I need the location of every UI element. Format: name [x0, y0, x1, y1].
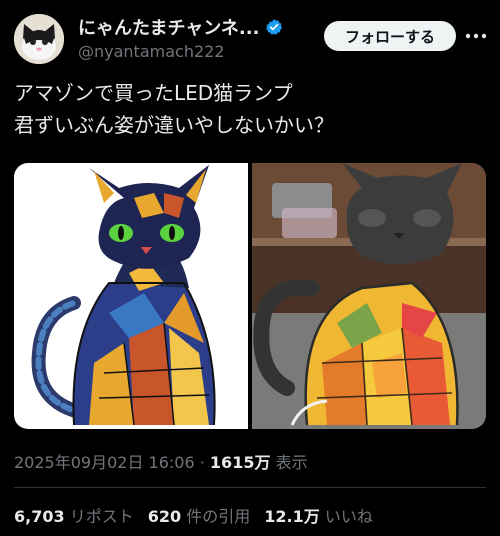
quotes-count: 620 [147, 507, 182, 526]
likes-stat[interactable]: 12.1万 いいね [264, 503, 373, 527]
post-timestamp[interactable]: 2025年09月02日 16:06 [14, 453, 195, 472]
author-name-row: にゃんたまチャンネ... [78, 14, 283, 40]
post-text-line: 君ずいぶん姿が違いやしないかい？ [14, 113, 334, 137]
meta-separator: · [199, 453, 205, 472]
follow-button[interactable]: フォローする [324, 21, 456, 51]
media-image-led-cat-lamp[interactable] [252, 163, 486, 429]
divider [14, 487, 486, 488]
likes-count: 12.1万 [264, 507, 320, 526]
post-header: にゃんたまチャンネ... @nyantamach222 フォローする [0, 0, 500, 70]
author-display-name[interactable]: にゃんたまチャンネ... [78, 14, 259, 40]
avatar[interactable] [14, 14, 64, 64]
likes-label: いいね [324, 507, 373, 526]
post-text-line: アマゾンで買ったLED猫ランプ [14, 81, 293, 105]
author-handle[interactable]: @nyantamach222 [78, 42, 225, 61]
more-options-icon[interactable] [462, 26, 490, 46]
quotes-stat[interactable]: 620 件の引用 [148, 503, 251, 527]
quotes-label: 件の引用 [186, 507, 251, 526]
reposts-label: リポスト [69, 507, 134, 526]
views-count: 1615万 [209, 453, 271, 472]
post-text: アマゾンで買ったLED猫ランプ 君ずいぶん姿が違いやしないかい？ [14, 77, 484, 141]
views-label: 表示 [275, 453, 308, 472]
reposts-stat[interactable]: 6,703 リポスト [14, 503, 134, 527]
media-grid [14, 163, 486, 429]
reposts-count: 6,703 [14, 507, 65, 526]
media-image-stained-glass-cat[interactable] [14, 163, 248, 429]
post-meta: 2025年09月02日 16:06 · 1615万 表示 [14, 449, 308, 473]
verified-badge-icon [265, 18, 283, 36]
engagement-stats: 6,703 リポスト 620 件の引用 12.1万 いいね [14, 503, 373, 527]
